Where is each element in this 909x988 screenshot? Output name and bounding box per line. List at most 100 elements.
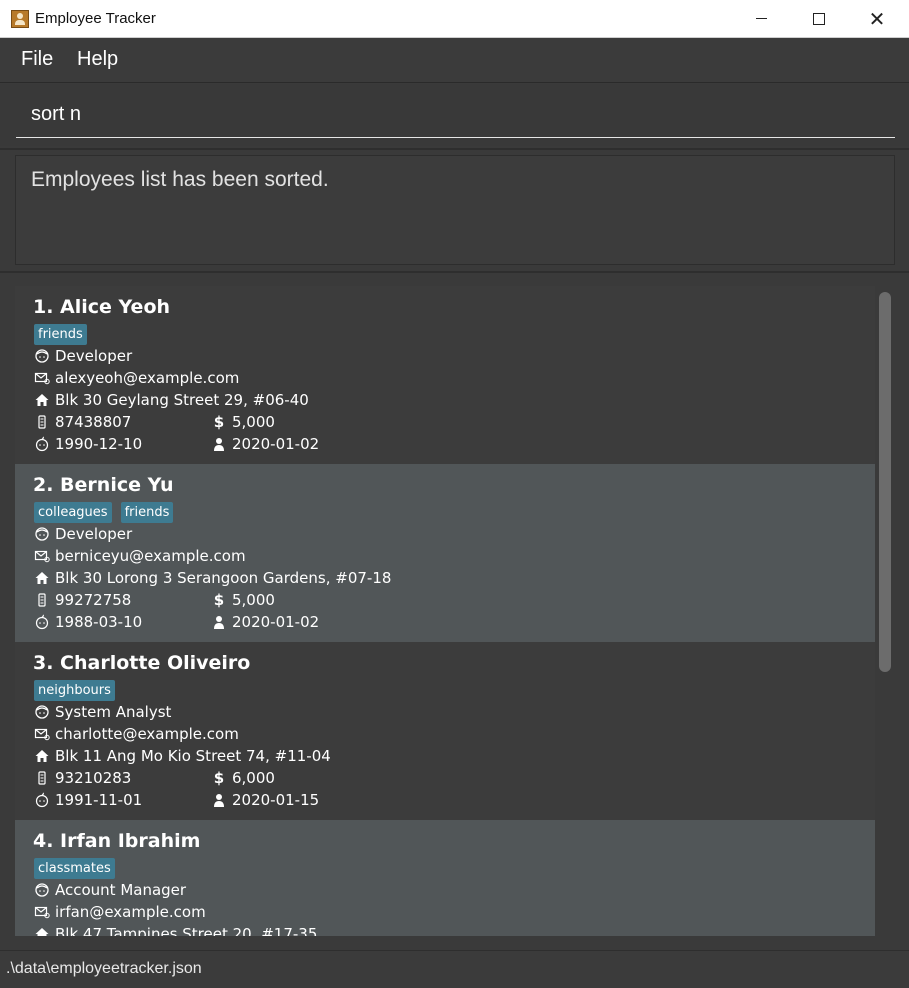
list-scrollbar-thumb[interactable]	[879, 292, 891, 672]
minimize-icon	[755, 18, 767, 19]
employee-email: berniceyu@example.com	[55, 547, 246, 565]
employee-list[interactable]: 1. Alice Yeoh friends Developer alexyeoh…	[15, 286, 875, 936]
worker-icon	[211, 436, 227, 452]
joined-row: 2020-01-02	[211, 435, 319, 453]
employee-role: Developer	[55, 525, 133, 543]
salary-row: $ 5,000	[211, 591, 275, 609]
tag: friends	[34, 324, 87, 345]
person-face-icon	[34, 704, 50, 720]
maximize-icon	[813, 12, 825, 25]
baby-icon	[34, 614, 50, 630]
employee-phone: 87438807	[55, 413, 132, 431]
dollar-icon: $	[213, 591, 225, 609]
command-input[interactable]: sort n	[16, 88, 895, 138]
birthday-row: 1988-03-10	[34, 613, 142, 631]
email-row: irfan@example.com	[34, 903, 206, 921]
employee-list-panel: 1. Alice Yeoh friends Developer alexyeoh…	[0, 274, 909, 950]
employee-birthday: 1991-11-01	[55, 791, 143, 809]
home-icon	[34, 392, 50, 408]
title-bar: Employee Tracker ✕	[0, 0, 909, 38]
employee-card[interactable]: 2. Bernice Yu colleagues friends Develop…	[15, 464, 875, 642]
close-button[interactable]: ✕	[848, 0, 906, 37]
address-row: Blk 11 Ang Mo Kio Street 74, #11-04	[34, 747, 331, 765]
employee-address: Blk 30 Geylang Street 29, #06-40	[55, 391, 309, 409]
phone-icon	[34, 592, 50, 608]
employee-address: Blk 30 Lorong 3 Serangoon Gardens, #07-1…	[55, 569, 392, 587]
phone-row: 99272758	[34, 591, 131, 609]
employee-role: System Analyst	[55, 703, 172, 721]
employee-phone: 99272758	[55, 591, 132, 609]
dollar-icon: $	[213, 413, 225, 431]
worker-icon	[211, 614, 227, 630]
maximize-button[interactable]	[790, 0, 848, 37]
tag: neighbours	[34, 680, 115, 701]
address-row: Blk 30 Lorong 3 Serangoon Gardens, #07-1…	[34, 569, 391, 587]
app-icon	[11, 10, 29, 28]
result-message: Employees list has been sorted.	[31, 168, 329, 191]
baby-icon	[34, 436, 50, 452]
employee-address: Blk 11 Ang Mo Kio Street 74, #11-04	[55, 747, 331, 765]
employee-email: charlotte@example.com	[55, 725, 239, 743]
employee-name: 4. Irfan Ibrahim	[33, 830, 201, 852]
employee-birthday: 1990-12-10	[55, 435, 143, 453]
divider	[0, 148, 909, 150]
email-icon	[34, 548, 50, 564]
close-icon: ✕	[868, 6, 886, 31]
menu-help[interactable]: Help	[77, 48, 118, 71]
employee-email: alexyeoh@example.com	[55, 369, 240, 387]
result-display[interactable]: Employees list has been sorted.	[15, 155, 895, 265]
tag: friends	[120, 502, 174, 523]
employee-phone: 93210283	[55, 769, 132, 787]
employee-joined: 2020-01-15	[232, 791, 320, 809]
person-face-icon	[34, 526, 50, 542]
home-icon	[34, 748, 50, 764]
employee-name: 2. Bernice Yu	[33, 474, 174, 496]
phone-icon	[34, 770, 50, 786]
employee-card[interactable]: 3. Charlotte Oliveiro neighbours System …	[15, 642, 875, 820]
baby-icon	[34, 792, 50, 808]
employee-name: 3. Charlotte Oliveiro	[33, 652, 251, 674]
email-icon	[34, 904, 50, 920]
email-row: berniceyu@example.com	[34, 547, 246, 565]
employee-salary: 5,000	[232, 413, 275, 431]
employee-birthday: 1988-03-10	[55, 613, 143, 631]
birthday-row: 1990-12-10	[34, 435, 142, 453]
tag-list: colleagues friends	[34, 502, 174, 523]
divider	[0, 271, 909, 273]
tag: classmates	[34, 858, 115, 879]
employee-card[interactable]: 1. Alice Yeoh friends Developer alexyeoh…	[15, 286, 875, 464]
employee-salary: 6,000	[232, 769, 275, 787]
email-icon	[34, 726, 50, 742]
minimize-button[interactable]	[732, 0, 790, 37]
tag-list: neighbours	[34, 680, 115, 701]
tag-list: classmates	[34, 858, 115, 879]
person-face-icon	[34, 882, 50, 898]
save-file-path: .\data\employeetracker.json	[6, 960, 202, 977]
phone-row: 87438807	[34, 413, 131, 431]
address-row: Blk 47 Tampines Street 20, #17-35	[34, 925, 317, 936]
employee-card[interactable]: 4. Irfan Ibrahim classmates Account Mana…	[15, 820, 875, 936]
employee-salary: 5,000	[232, 591, 275, 609]
menu-file[interactable]: File	[21, 48, 53, 71]
tag: colleagues	[34, 502, 112, 523]
employee-joined: 2020-01-02	[232, 435, 320, 453]
email-row: charlotte@example.com	[34, 725, 239, 743]
employee-role: Developer	[55, 347, 133, 365]
role-row: System Analyst	[34, 703, 171, 721]
joined-row: 2020-01-15	[211, 791, 319, 809]
email-icon	[34, 370, 50, 386]
salary-row: $ 5,000	[211, 413, 275, 431]
home-icon	[34, 926, 50, 936]
home-icon	[34, 570, 50, 586]
status-bar: .\data\employeetracker.json	[0, 950, 909, 988]
email-row: alexyeoh@example.com	[34, 369, 239, 387]
employee-role: Account Manager	[55, 881, 187, 899]
address-row: Blk 30 Geylang Street 29, #06-40	[34, 391, 309, 409]
joined-row: 2020-01-02	[211, 613, 319, 631]
dollar-icon: $	[213, 769, 225, 787]
tag-list: friends	[34, 324, 87, 345]
role-row: Developer	[34, 525, 132, 543]
birthday-row: 1991-11-01	[34, 791, 142, 809]
employee-email: irfan@example.com	[55, 903, 206, 921]
employee-name: 1. Alice Yeoh	[33, 296, 171, 318]
